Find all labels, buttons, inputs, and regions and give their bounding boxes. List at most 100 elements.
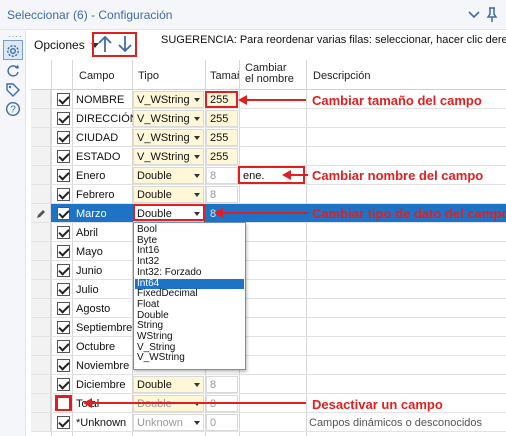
row-header[interactable] [31, 280, 51, 299]
type-dropdown-list[interactable]: Bool Byte Int16 Int32 Int32: Forzado Int64 Fix… [133, 222, 246, 370]
size-field[interactable]: 0 [206, 414, 238, 431]
type-value: V_WString [137, 151, 190, 163]
hint-text: SUGERENCIA: Para reordenar varias filas:… [161, 34, 506, 46]
tag-icon[interactable] [5, 82, 21, 98]
type-select[interactable]: V_WString [133, 148, 204, 165]
row-checkbox[interactable] [57, 378, 70, 391]
options-dropdown[interactable]: Opciones [34, 38, 100, 52]
row-header[interactable] [31, 337, 51, 356]
row-header[interactable] [31, 261, 51, 280]
row-header[interactable] [31, 318, 51, 337]
size-field[interactable]: 8 [206, 167, 238, 184]
pencil-icon [37, 210, 45, 218]
row-checkbox[interactable] [57, 131, 70, 144]
row-header[interactable] [31, 394, 51, 413]
row-header[interactable] [31, 299, 51, 318]
row-header[interactable] [31, 90, 51, 109]
row-checkbox[interactable] [57, 302, 70, 315]
size-field[interactable]: 255 [206, 129, 238, 146]
row-checkbox[interactable] [57, 112, 70, 125]
annotation-arrow-line [246, 99, 306, 101]
header-campo[interactable]: Campo [79, 70, 114, 82]
annotation-arrow-head [238, 95, 247, 105]
size-field[interactable]: 8 [206, 376, 238, 393]
help-icon[interactable]: ? [5, 101, 21, 117]
chevron-down-icon [194, 193, 200, 197]
annotation-rename: Cambiar nombre del campo [312, 168, 484, 183]
size-field[interactable]: 255 [206, 110, 238, 127]
row-checkbox[interactable] [57, 188, 70, 201]
dropdown-option[interactable]: Int32: Forzado [135, 267, 244, 279]
type-select[interactable]: Double [133, 376, 204, 393]
dropdown-option[interactable]: V_WString [135, 353, 244, 364]
type-select[interactable]: Double [133, 167, 204, 184]
type-value: Double [137, 170, 172, 182]
row-header[interactable] [31, 204, 51, 223]
type-select[interactable]: Double [133, 186, 204, 203]
options-label: Opciones [34, 38, 85, 52]
type-select[interactable]: V_WString [133, 110, 204, 127]
header-tamano[interactable]: Tamañ [210, 70, 239, 82]
annotation-size: Cambiar tamaño del campo [312, 93, 482, 108]
chevron-down-icon [194, 383, 200, 387]
annotation-arrow-head [83, 398, 92, 408]
type-select[interactable]: V_WString [133, 129, 204, 146]
table-row[interactable] [31, 280, 506, 299]
row-checkbox[interactable] [57, 416, 70, 429]
dropdown-option[interactable]: Float [135, 299, 244, 311]
chevron-down-icon[interactable] [468, 10, 480, 20]
row-header[interactable] [31, 166, 51, 185]
svg-text:?: ? [10, 105, 16, 116]
row-header[interactable] [31, 356, 51, 375]
row-checkbox[interactable] [57, 340, 70, 353]
annotation-arrow-line [290, 174, 308, 176]
header-cambiar-nombre[interactable]: Cambiar el nombre [245, 63, 294, 85]
gear-icon[interactable] [5, 43, 21, 59]
row-checkbox[interactable] [57, 207, 70, 220]
table-row[interactable] [31, 223, 506, 242]
row-header[interactable] [31, 128, 51, 147]
field-name: Octubre [76, 341, 116, 353]
chevron-down-icon [194, 421, 200, 425]
row-header[interactable] [31, 375, 51, 394]
field-name: Septiembre [76, 322, 133, 334]
row-checkbox[interactable] [57, 359, 70, 372]
size-highlight-box [205, 91, 238, 108]
description-field[interactable]: Campos dinámicos o desconocidos [309, 417, 482, 429]
annotation-type: Cambiar tipo de dato del campo [312, 206, 506, 221]
field-name: Junio [76, 265, 103, 277]
row-checkbox[interactable] [57, 93, 70, 106]
row-checkbox[interactable] [57, 150, 70, 163]
chevron-down-icon [194, 174, 200, 178]
row-checkbox[interactable] [57, 283, 70, 296]
size-field[interactable]: 8 [206, 186, 238, 203]
row-header[interactable] [31, 242, 51, 261]
field-name: *Unknown [76, 417, 127, 429]
type-value: Double [137, 398, 172, 410]
type-select[interactable]: V_WString [133, 91, 204, 108]
row-checkbox[interactable] [57, 169, 70, 182]
refresh-icon[interactable] [5, 63, 21, 79]
arrow-up-icon[interactable] [97, 35, 113, 53]
type-select[interactable]: Unknown [133, 414, 204, 431]
row-header[interactable] [31, 223, 51, 242]
row-header[interactable] [31, 185, 51, 204]
row-checkbox[interactable] [57, 321, 70, 334]
row-checkbox[interactable] [57, 264, 70, 277]
dropdown-option[interactable]: WString [135, 331, 244, 343]
type-highlight-box [133, 204, 205, 221]
row-header[interactable] [31, 147, 51, 166]
header-descripcion[interactable]: Descripción [313, 70, 370, 82]
row-header[interactable] [31, 109, 51, 128]
window-title: Seleccionar (6) - Configuración [7, 8, 173, 22]
size-field[interactable]: 255 [206, 148, 238, 165]
annotation-deactivate: Desactivar un campo [312, 397, 443, 412]
row-checkbox[interactable] [57, 226, 70, 239]
row-checkbox[interactable] [57, 245, 70, 258]
annotation-arrow-head [214, 208, 223, 218]
arrow-down-icon[interactable] [117, 35, 133, 53]
header-tipo[interactable]: Tipo [138, 70, 159, 82]
dropdown-option[interactable]: Bool [135, 224, 244, 236]
row-header[interactable] [31, 413, 51, 432]
pin-icon[interactable] [486, 7, 498, 23]
